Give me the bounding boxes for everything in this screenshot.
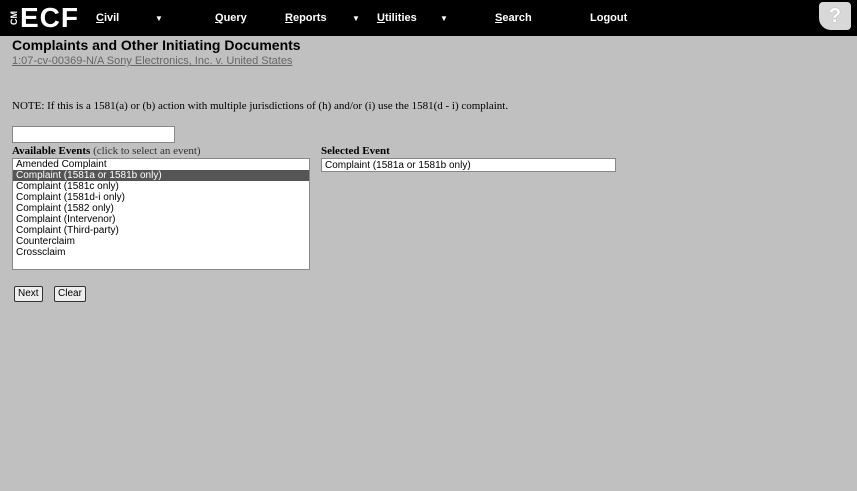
menu-query-accesskey: Q [215, 12, 224, 24]
menu-logout[interactable]: Logout [590, 12, 627, 24]
list-item[interactable]: Counterclaim [13, 236, 309, 247]
civil-dropdown-caret-icon[interactable]: ▼ [155, 14, 163, 23]
menu-utilities-accesskey: U [377, 12, 385, 24]
list-item[interactable]: Complaint (1582 only) [13, 203, 309, 214]
event-filter-input[interactable] [12, 126, 175, 143]
list-item[interactable]: Complaint (1581d-i only) [13, 192, 309, 203]
logo-cm: CM [9, 11, 19, 25]
cmecf-logo: CM ECF [9, 1, 79, 35]
available-events-title: Available Events [12, 145, 91, 157]
menu-civil-accesskey: C [96, 12, 104, 24]
page-title: Complaints and Other Initiating Document… [12, 37, 301, 53]
menu-bar: CM ECF Civil ▼ Query Reports ▼ Utilities… [0, 0, 857, 36]
menu-reports[interactable]: Reports [285, 12, 327, 24]
case-link[interactable]: 1:07-cv-00369-N/A Sony Electronics, Inc.… [12, 55, 292, 67]
menu-search-label: earch [502, 12, 532, 24]
selected-event-label: Selected Event [321, 145, 390, 157]
utilities-dropdown-caret-icon[interactable]: ▼ [440, 14, 448, 23]
menu-utilities[interactable]: Utilities [377, 12, 417, 24]
menu-logout-label: Logout [590, 12, 628, 24]
logo-ecf: ECF [20, 2, 79, 33]
menu-civil-label: ivil [103, 12, 120, 24]
menu-utilities-label: tilities [384, 12, 417, 24]
list-item[interactable]: Complaint (1581c only) [13, 181, 309, 192]
reports-dropdown-caret-icon[interactable]: ▼ [352, 14, 360, 23]
available-events-listbox[interactable]: Amended Complaint Complaint (1581a or 15… [12, 158, 310, 270]
next-button[interactable]: Next [14, 286, 43, 302]
menu-query[interactable]: Query [215, 12, 247, 24]
menu-civil[interactable]: Civil [96, 12, 119, 24]
list-item[interactable]: Complaint (Third-party) [13, 225, 309, 236]
menu-reports-label: eports [292, 12, 327, 24]
list-item[interactable]: Amended Complaint [13, 159, 309, 170]
available-events-hint: (click to select an event) [90, 145, 201, 157]
selected-event-box[interactable]: Complaint (1581a or 1581b only) [321, 158, 616, 172]
list-item[interactable]: Complaint (Intervenor) [13, 214, 309, 225]
menu-search[interactable]: Search [495, 12, 532, 24]
list-item[interactable]: Complaint (1581a or 1581b only) [13, 170, 309, 181]
list-item[interactable]: Crossclaim [13, 247, 309, 258]
help-icon[interactable]: ? [819, 2, 851, 30]
clear-button[interactable]: Clear [54, 286, 86, 302]
menu-query-label: uery [223, 12, 247, 24]
available-events-label: Available Events (click to select an eve… [12, 145, 201, 157]
menu-reports-accesskey: R [285, 12, 293, 24]
jurisdiction-note: NOTE: If this is a 1581(a) or (b) action… [12, 100, 509, 112]
